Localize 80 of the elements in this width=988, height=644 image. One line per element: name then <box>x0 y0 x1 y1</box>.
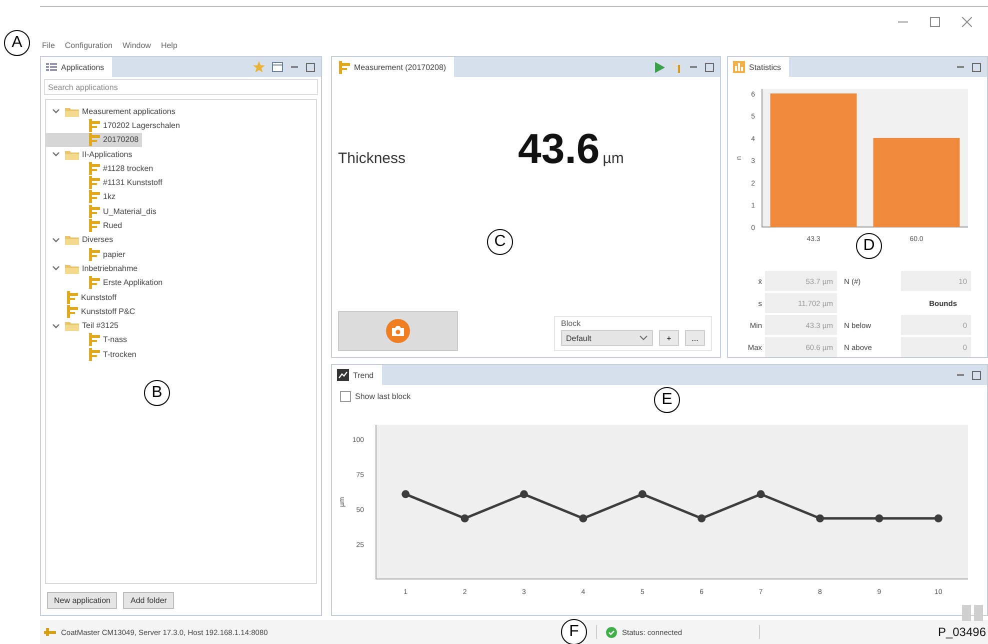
data-point <box>875 514 884 522</box>
star-icon[interactable] <box>253 61 265 73</box>
data-point <box>579 514 588 522</box>
data-point <box>638 490 646 498</box>
block-dropdown[interactable]: Default <box>561 330 653 346</box>
block-button[interactable]: ... <box>685 330 705 346</box>
list-icon <box>46 62 57 72</box>
tree-item[interactable]: T-nass <box>46 332 130 348</box>
panel-button[interactable]: Add folder <box>123 592 174 609</box>
panel-button[interactable]: New application <box>47 592 118 609</box>
panel-tab[interactable]: Statistics <box>728 57 790 77</box>
chevron-icon[interactable] <box>52 107 60 116</box>
tree-item[interactable]: Teil #3125 <box>46 318 122 333</box>
tree-item[interactable]: T-trocken <box>46 347 140 362</box>
maximize-icon[interactable] <box>306 62 315 72</box>
block-button[interactable]: + <box>659 330 679 346</box>
maximize-icon[interactable] <box>972 370 981 380</box>
tree-item[interactable]: Kunststoff <box>46 290 120 304</box>
maximize-icon[interactable] <box>705 62 714 72</box>
tree-item[interactable]: 170202 Lagerschalen <box>46 118 183 133</box>
chevron-icon[interactable] <box>52 322 60 330</box>
data-point <box>756 490 765 498</box>
unit-label: µm <box>602 150 624 167</box>
tree-item[interactable]: papier <box>46 246 128 262</box>
panel-tab[interactable]: Applications <box>41 57 112 77</box>
menu-item[interactable]: Configuration <box>64 40 112 50</box>
menu-item[interactable]: Window <box>122 40 151 50</box>
callout-marker: C <box>487 229 513 255</box>
data-point <box>402 490 410 498</box>
caret-icon <box>639 335 648 341</box>
panel-tab[interactable]: Measurement (20170208) <box>332 57 454 77</box>
callout-marker: F <box>561 619 587 644</box>
tree-item[interactable]: Measurement applications <box>46 104 178 118</box>
data-point <box>460 514 469 522</box>
maximize-icon[interactable] <box>972 62 981 72</box>
checkbox[interactable] <box>340 390 351 402</box>
tree-item[interactable]: Rued <box>46 218 126 233</box>
search-field[interactable]: Search applications <box>44 79 318 95</box>
window-icon[interactable] <box>272 62 283 72</box>
measurement-value: 43.6 <box>518 125 600 173</box>
callout-marker: D <box>856 233 882 259</box>
tree-item[interactable]: 20170208 <box>46 132 142 147</box>
maximize-icon[interactable] <box>930 16 940 26</box>
camera-icon <box>386 319 410 343</box>
play-icon[interactable] <box>655 62 665 72</box>
tree-item[interactable]: II-Applications <box>46 146 136 162</box>
folder-icon <box>65 320 79 332</box>
folder-icon <box>65 262 79 274</box>
chevron-icon[interactable] <box>52 150 60 158</box>
data-point <box>698 514 706 522</box>
tree-item[interactable]: U_Material_dis <box>46 204 160 218</box>
tree-item[interactable]: 1kz <box>46 190 118 204</box>
menu-item[interactable]: Help <box>160 40 178 50</box>
folder-icon <box>65 234 79 246</box>
tree-item[interactable]: Erste Applikation <box>46 276 166 290</box>
close-icon[interactable] <box>962 16 972 26</box>
chart-icon <box>733 61 745 73</box>
quantity-label: Thickness <box>338 150 407 167</box>
menu-item[interactable]: File <box>42 40 55 50</box>
chevron-icon[interactable] <box>52 236 60 244</box>
tree-item[interactable]: Inbetriebnahme <box>46 261 141 276</box>
callout-marker: B <box>144 380 170 406</box>
tree-item[interactable]: #1131 Kunststoff <box>46 175 166 190</box>
data-point <box>816 514 824 522</box>
data-point <box>520 490 528 498</box>
figure-id: P_03496 <box>938 625 986 639</box>
callout-marker: A <box>4 30 30 56</box>
trend-icon <box>337 369 349 381</box>
folder-icon <box>65 148 79 160</box>
check-icon <box>606 626 617 638</box>
callout-marker: E <box>654 387 680 413</box>
chevron-icon[interactable] <box>52 264 60 272</box>
checkbox-label[interactable]: Show last block <box>355 392 411 400</box>
folder-icon <box>65 106 79 117</box>
block-label: Block <box>561 319 582 328</box>
tree-item[interactable]: Kunststoff P&C <box>46 304 138 318</box>
panel-tab[interactable]: Trend <box>332 365 382 385</box>
data-point <box>934 514 942 522</box>
tree-item[interactable]: Diverses <box>46 232 116 247</box>
tree-item[interactable]: #1128 trocken <box>46 161 156 176</box>
